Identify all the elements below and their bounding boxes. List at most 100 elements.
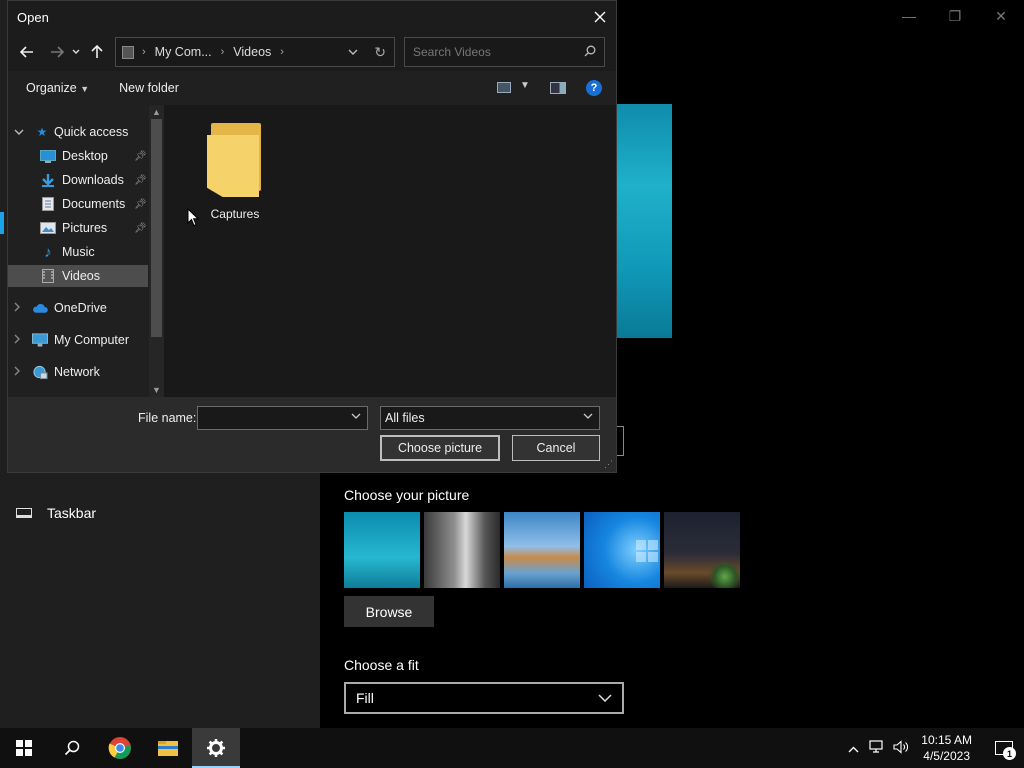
show-hidden-icons-icon[interactable] [841, 741, 865, 756]
nav-item-label: Downloads [62, 173, 124, 187]
nav-item-downloads[interactable]: Downloads 📌︎ [8, 169, 148, 191]
preview-pane-icon[interactable] [550, 82, 566, 94]
close-icon [594, 11, 606, 23]
folder-icon [207, 121, 263, 201]
fit-dropdown[interactable]: Fill [344, 682, 624, 714]
file-explorer-button[interactable] [144, 728, 192, 768]
picture-thumbnail[interactable] [504, 512, 580, 588]
folder-item[interactable]: Captures [200, 121, 270, 221]
picture-thumbnail[interactable] [344, 512, 420, 588]
search-icon [584, 45, 596, 60]
pin-icon: 📌︎ [134, 174, 147, 186]
expand-chevron-icon[interactable] [14, 302, 20, 315]
videos-icon [40, 269, 56, 283]
new-folder-button[interactable]: New folder [119, 81, 179, 95]
forward-button[interactable] [45, 40, 69, 64]
volume-icon[interactable] [889, 739, 913, 757]
nav-item-videos[interactable]: Videos [8, 265, 148, 287]
chevron-down-icon [598, 691, 612, 705]
dialog-navbar: › My Com... › Videos › ↻ Search Videos [8, 33, 616, 71]
browse-button[interactable]: Browse [344, 596, 434, 627]
taskbar-search-button[interactable] [48, 728, 96, 768]
refresh-icon[interactable]: ↻ [374, 44, 386, 61]
nav-pane-scrollbar[interactable]: ▲ ▼ [149, 105, 164, 397]
minimize-icon[interactable]: — [886, 0, 932, 32]
navigation-pane: ★ Quick access Desktop 📌︎ Downloads 📌︎ D… [8, 105, 164, 397]
close-icon[interactable]: ✕ [978, 0, 1024, 32]
organize-button[interactable]: Organize ▼ [26, 81, 89, 95]
nav-item-onedrive[interactable]: OneDrive [8, 297, 148, 319]
nav-item-quick-access[interactable]: ★ Quick access [8, 121, 148, 143]
picture-thumbnail[interactable] [584, 512, 660, 588]
nav-item-music[interactable]: ♪ Music [8, 241, 148, 263]
start-button[interactable] [0, 728, 48, 768]
settings-nav-taskbar[interactable]: Taskbar [0, 496, 320, 530]
download-icon [40, 173, 56, 187]
restore-icon[interactable]: ❐ [932, 0, 978, 32]
change-view-icon[interactable] [497, 82, 511, 93]
choose-fit-title: Choose a fit [344, 657, 419, 673]
resize-grip-icon[interactable]: ⋰ [604, 459, 613, 470]
file-name-label: File name: [138, 411, 197, 425]
up-button[interactable] [85, 40, 109, 64]
choose-picture-title: Choose your picture [344, 487, 470, 503]
view-options-chevron-icon[interactable]: ▼ [520, 80, 530, 91]
picture-thumbnails [344, 512, 740, 588]
pictures-icon [40, 221, 56, 235]
action-center-button[interactable]: 1 [984, 728, 1024, 768]
nav-item-label: Documents [62, 197, 126, 211]
picture-thumbnail[interactable] [664, 512, 740, 588]
expand-chevron-icon[interactable] [14, 334, 20, 347]
breadcrumb-segment[interactable]: Videos [233, 45, 271, 59]
file-type-value: All files [385, 411, 425, 425]
dialog-footer: File name: All files Choose picture Canc… [8, 397, 616, 472]
nav-item-label: Desktop [62, 149, 108, 163]
chevron-down-icon [583, 411, 593, 422]
nav-item-pictures[interactable]: Pictures 📌︎ [8, 217, 148, 239]
dialog-title: Open [8, 1, 616, 33]
breadcrumb-segment[interactable]: My Com... [155, 45, 212, 59]
scroll-up-icon[interactable]: ▲ [152, 107, 161, 117]
recent-locations-button[interactable] [69, 40, 83, 64]
address-dropdown-icon[interactable] [348, 46, 358, 58]
nav-item-label: Music [62, 245, 95, 259]
folder-name: Captures [210, 207, 260, 221]
cancel-button[interactable]: Cancel [512, 435, 600, 461]
search-input[interactable]: Search Videos [404, 37, 605, 67]
chevron-down-icon[interactable] [351, 411, 361, 422]
dialog-close-button[interactable] [584, 1, 616, 33]
pin-icon: 📌︎ [134, 150, 147, 162]
collapse-chevron-icon[interactable] [14, 127, 24, 138]
expand-chevron-icon[interactable] [14, 366, 20, 379]
help-icon[interactable]: ? [586, 80, 602, 96]
chevron-down-icon: ▼ [80, 84, 90, 94]
file-name-input[interactable] [197, 406, 368, 430]
file-list-area[interactable]: Captures [164, 105, 616, 397]
nav-item-my-computer[interactable]: My Computer [8, 329, 148, 351]
forward-arrow-icon [51, 46, 64, 58]
clock[interactable]: 10:15 AM 4/5/2023 [921, 732, 972, 764]
file-type-dropdown[interactable]: All files [380, 406, 600, 430]
window-controls: — ❐ ✕ [886, 0, 1024, 32]
nav-item-desktop[interactable]: Desktop 📌︎ [8, 145, 148, 167]
search-placeholder: Search Videos [413, 45, 491, 59]
back-button[interactable] [15, 40, 39, 64]
choose-picture-button[interactable]: Choose picture [380, 435, 500, 461]
network-icon [32, 365, 48, 379]
clock-date: 4/5/2023 [923, 749, 970, 763]
network-icon[interactable] [865, 739, 889, 757]
desktop-icon [40, 149, 56, 163]
back-arrow-icon [20, 46, 33, 58]
fit-value: Fill [356, 690, 374, 706]
settings-button[interactable] [192, 728, 240, 768]
address-bar[interactable]: › My Com... › Videos › ↻ [115, 37, 395, 67]
picture-thumbnail[interactable] [424, 512, 500, 588]
scroll-down-icon[interactable]: ▼ [152, 385, 161, 395]
nav-item-documents[interactable]: Documents 📌︎ [8, 193, 148, 215]
nav-item-network[interactable]: Network [8, 361, 148, 383]
chrome-button[interactable] [96, 728, 144, 768]
scrollbar-thumb[interactable] [151, 119, 162, 337]
nav-item-label: OneDrive [54, 301, 107, 315]
nav-item-label: Quick access [54, 125, 129, 139]
pin-icon: 📌︎ [134, 198, 147, 210]
